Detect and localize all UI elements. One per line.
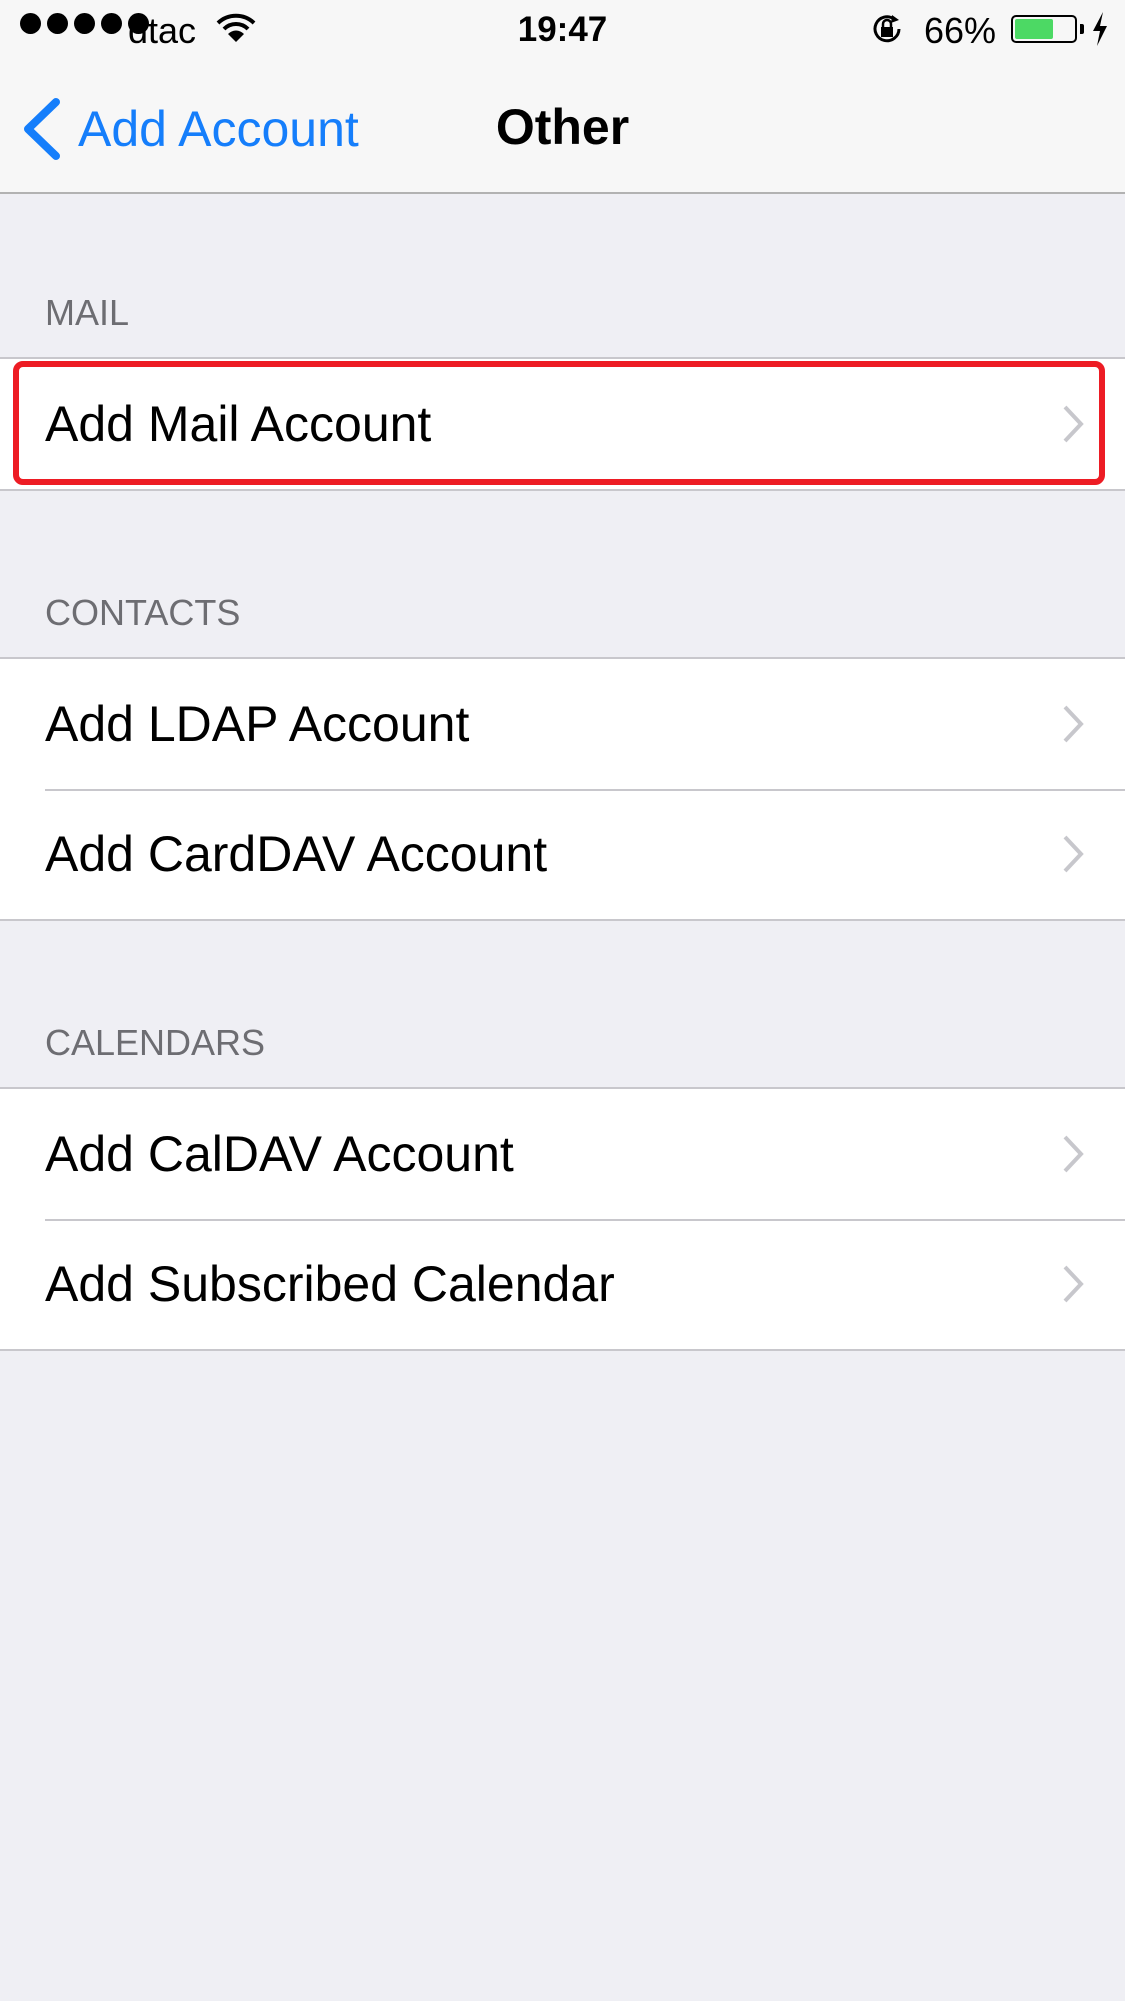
- battery-icon: [1011, 15, 1077, 43]
- battery-nub: [1080, 24, 1084, 34]
- rotation-lock-icon: [873, 15, 901, 43]
- group-contacts: Add LDAP Account Add CardDAV Account: [0, 657, 1125, 921]
- list-item-label: Add Mail Account: [45, 396, 432, 452]
- list-item-label: Add Subscribed Calendar: [45, 1256, 615, 1312]
- section-header-mail: MAIL: [45, 292, 130, 333]
- bolt-icon: [1093, 12, 1107, 46]
- navigation-bar: Add Account Other: [0, 60, 1125, 192]
- list-item-add-ldap-account[interactable]: Add LDAP Account: [0, 659, 1125, 789]
- list-item-add-subscribed-calendar[interactable]: Add Subscribed Calendar: [0, 1219, 1125, 1349]
- list-item-label: Add CalDAV Account: [45, 1126, 514, 1182]
- chevron-right-icon: [1063, 705, 1084, 743]
- list-item-label: Add CardDAV Account: [45, 826, 548, 882]
- chevron-right-icon: [1063, 1135, 1084, 1173]
- chevron-right-icon: [1063, 1265, 1084, 1303]
- chevron-right-icon: [1063, 405, 1084, 443]
- page-title: Other: [495, 99, 630, 155]
- section-header-contacts: CONTACTS: [45, 592, 241, 633]
- list-item-add-caldav-account[interactable]: Add CalDAV Account: [0, 1089, 1125, 1219]
- section-header-calendars: CALENDARS: [45, 1022, 266, 1063]
- list-item-add-mail-account[interactable]: Add Mail Account: [0, 359, 1125, 489]
- battery-level-fill: [1015, 19, 1054, 39]
- chevron-right-icon: [1063, 835, 1084, 873]
- group-mail: Add Mail Account: [0, 357, 1125, 491]
- list-item-add-carddav-account[interactable]: Add CardDAV Account: [0, 789, 1125, 919]
- list-item-label: Add LDAP Account: [45, 696, 470, 752]
- status-bar: dtac 19:47 66%: [0, 0, 1125, 60]
- top-bar: dtac 19:47 66% Add Account Other: [0, 0, 1125, 194]
- battery-percentage: 66%: [924, 10, 997, 51]
- group-calendars: Add CalDAV Account Add Subscribed Calend…: [0, 1087, 1125, 1351]
